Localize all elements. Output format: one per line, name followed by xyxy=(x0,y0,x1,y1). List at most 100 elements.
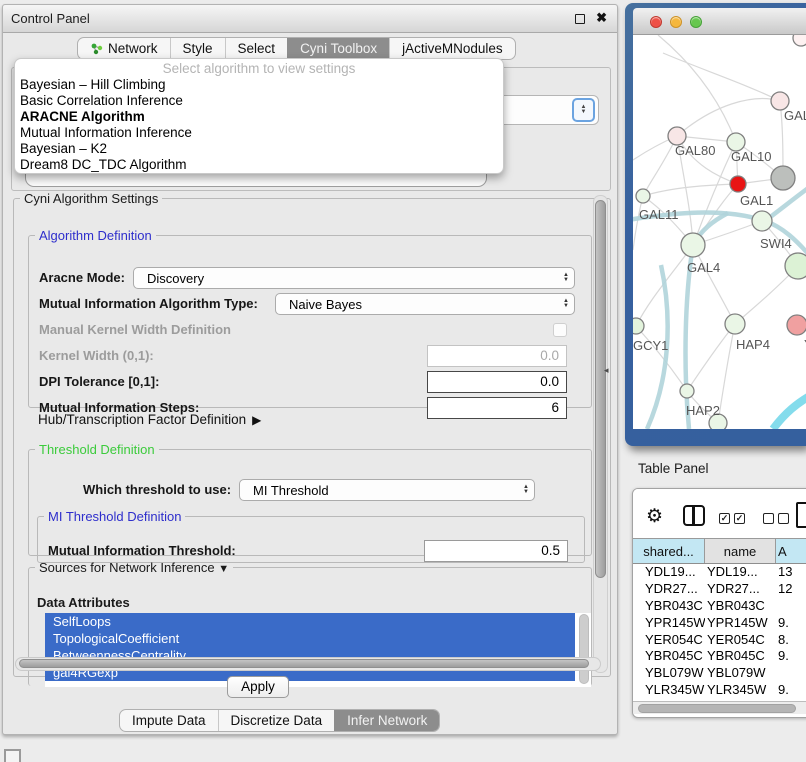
manual-kernel-width-checkbox[interactable] xyxy=(553,323,567,337)
settings-horizontal-scrollbar[interactable] xyxy=(15,657,601,671)
dpi-tolerance-field[interactable]: 0.0 xyxy=(427,371,567,393)
tab-cyni-toolbox[interactable]: Cyni Toolbox xyxy=(287,38,389,59)
deselect-all-checkbox-icon[interactable] xyxy=(763,513,774,524)
table-row[interactable]: YDL19...YDL19...13 xyxy=(633,564,806,581)
algorithm-option-bayesian-k2[interactable]: Bayesian – K2 xyxy=(15,141,503,157)
table-header-row: shared...nameA xyxy=(633,538,806,564)
table-cell: YER054C xyxy=(633,632,705,649)
network-node-gal1[interactable] xyxy=(752,211,772,231)
settings-vertical-scrollbar[interactable] xyxy=(593,195,608,673)
which-threshold-combobox[interactable]: MI Threshold ▲▼ xyxy=(239,479,535,501)
network-node[interactable] xyxy=(771,166,795,190)
sources-label[interactable]: Sources for Network Inference ▼ xyxy=(35,560,233,575)
column-header-shared[interactable]: shared... xyxy=(633,539,705,563)
gear-icon[interactable]: ⚙ xyxy=(646,505,663,528)
deselect-all-checkbox-icon[interactable] xyxy=(778,513,789,524)
tab-select[interactable]: Select xyxy=(225,38,288,59)
mi-algorithm-type-combobox[interactable]: Naive Bayes ▲▼ xyxy=(275,293,575,315)
table-row[interactable]: YPR145WYPR145W9. xyxy=(633,615,806,632)
data-attributes-list: SelfLoopsTopologicalCoefficientBetweenne… xyxy=(45,613,591,687)
chevron-up-down-icon: ▲▼ xyxy=(558,299,574,309)
network-window-titlebar[interactable] xyxy=(633,8,806,35)
network-node-hap2[interactable] xyxy=(680,384,694,398)
table-cell: 9. xyxy=(776,648,806,665)
tab-impute-data[interactable]: Impute Data xyxy=(120,710,218,731)
table-cell: YBR045C xyxy=(705,648,776,665)
minimize-traffic-light[interactable] xyxy=(670,16,682,28)
algorithm-option-mutual-information-inference[interactable]: Mutual Information Inference xyxy=(15,125,503,141)
tab-style[interactable]: Style xyxy=(170,38,225,59)
network-canvas[interactable]: GALGAL80GAL10GAL1GAL11GAL4SWI4GCY1HAP4YH… xyxy=(633,35,806,429)
close-icon[interactable]: ✖ xyxy=(596,10,607,26)
table-row[interactable]: YLR345WYLR345W9. xyxy=(633,682,806,699)
algorithm-option-dream8-dc-tdc-algorithm[interactable]: Dream8 DC_TDC Algorithm xyxy=(15,157,503,173)
mi-threshold-field[interactable]: 0.5 xyxy=(424,540,568,562)
select-all-checkbox-icon[interactable]: ✓ xyxy=(734,513,745,524)
close-traffic-light[interactable] xyxy=(650,16,662,28)
network-node[interactable] xyxy=(793,35,806,46)
table-rows: YDL19...YDL19...13YDR27...YDR27...12YBR0… xyxy=(633,564,806,701)
table-row[interactable]: YBL079WYBL079W xyxy=(633,665,806,682)
control-panel-titlebar[interactable]: Control Panel ✖ xyxy=(3,5,617,33)
mi-steps-field[interactable]: 6 xyxy=(427,397,567,419)
hub-transcription-factor-expander[interactable]: Hub/Transcription Factor Definition ▶ xyxy=(38,412,261,427)
cyan-edge xyxy=(773,394,806,429)
expand-right-icon: ▶ xyxy=(252,413,261,427)
aracne-mode-combobox[interactable]: Discovery ▲▼ xyxy=(133,267,575,289)
column-header-a[interactable]: A xyxy=(776,539,806,563)
table-horizontal-scrollbar[interactable] xyxy=(633,701,806,714)
network-node-gcy1[interactable] xyxy=(633,318,644,334)
scrollbar-thumb[interactable] xyxy=(638,704,796,713)
algorithm-dropdown-popup: Select algorithm to view settings Bayesi… xyxy=(14,58,504,174)
scrollbar-thumb[interactable] xyxy=(595,200,606,578)
attributes-scrollbar[interactable] xyxy=(579,614,589,684)
tab-label: Discretize Data xyxy=(231,713,323,728)
algorithm-option-aracne-algorithm[interactable]: ARACNE Algorithm xyxy=(15,109,503,125)
attribute-item-topologicalcoefficient[interactable]: TopologicalCoefficient xyxy=(45,630,575,647)
zoom-traffic-light[interactable] xyxy=(690,16,702,28)
table-cell: YDR27... xyxy=(705,581,776,598)
kernel-width-field[interactable]: 0.0 xyxy=(427,345,567,367)
table-cell: YLR345W xyxy=(705,682,776,699)
select-all-checkbox-icon[interactable]: ✓ xyxy=(719,513,730,524)
tab-label: Select xyxy=(238,41,276,56)
algorithm-option-bayesian-hill-climbing[interactable]: Bayesian – Hill Climbing xyxy=(15,77,503,93)
table-row[interactable]: YBR043CYBR043C xyxy=(633,598,806,615)
network-node-gal4[interactable] xyxy=(681,233,705,257)
scrollbar-thumb[interactable] xyxy=(19,659,589,668)
table-row[interactable]: YDR27...YDR27...12 xyxy=(633,581,806,598)
table-row[interactable]: YBR045CYBR045C9. xyxy=(633,648,806,665)
tab-network[interactable]: Network xyxy=(78,38,170,59)
table-cell: YDL19... xyxy=(705,564,776,581)
table-cell xyxy=(776,598,806,615)
node-label: GAL80 xyxy=(675,143,715,158)
column-panes-icon[interactable] xyxy=(683,505,705,526)
tab-discretize-data[interactable]: Discretize Data xyxy=(218,710,335,731)
table-cell: 12 xyxy=(776,581,806,598)
panel-collapse-arrow-icon[interactable]: ◂ xyxy=(604,365,609,376)
network-node-y[interactable] xyxy=(787,315,806,335)
node-label: HAP2 xyxy=(686,403,720,418)
algorithm-dropdown-placeholder: Select algorithm to view settings xyxy=(15,59,503,77)
tab-infer-network[interactable]: Infer Network xyxy=(334,710,439,731)
algorithm-option-basic-correlation-inference[interactable]: Basic Correlation Inference xyxy=(15,93,503,109)
network-node[interactable] xyxy=(730,176,746,192)
threshold-definition-label: Threshold Definition xyxy=(35,442,159,457)
apply-button[interactable]: Apply xyxy=(227,676,289,698)
attribute-item-selfloops[interactable]: SelfLoops xyxy=(45,613,575,630)
table-row[interactable]: YER054CYER054C8. xyxy=(633,632,806,649)
hub-transcription-factor-label: Hub/Transcription Factor Definition xyxy=(38,412,246,427)
threshold-definition-group: Threshold Definition Which threshold to … xyxy=(28,442,592,556)
column-header-name[interactable]: name xyxy=(705,539,776,563)
network-node-hap4[interactable] xyxy=(725,314,745,334)
export-table-icon[interactable] xyxy=(796,502,806,528)
tab-jactivemnodules[interactable]: jActiveMNodules xyxy=(389,38,515,59)
float-window-icon[interactable] xyxy=(575,14,585,24)
network-node-gal11[interactable] xyxy=(636,189,650,203)
dpi-tolerance-label: DPI Tolerance [0,1]: xyxy=(39,371,159,393)
minimized-window-button[interactable] xyxy=(4,749,21,762)
table-cell: YBR043C xyxy=(705,598,776,615)
table-cell: YER054C xyxy=(705,632,776,649)
manual-kernel-width-label: Manual Kernel Width Definition xyxy=(39,319,231,341)
network-node-swi4[interactable] xyxy=(785,253,806,279)
